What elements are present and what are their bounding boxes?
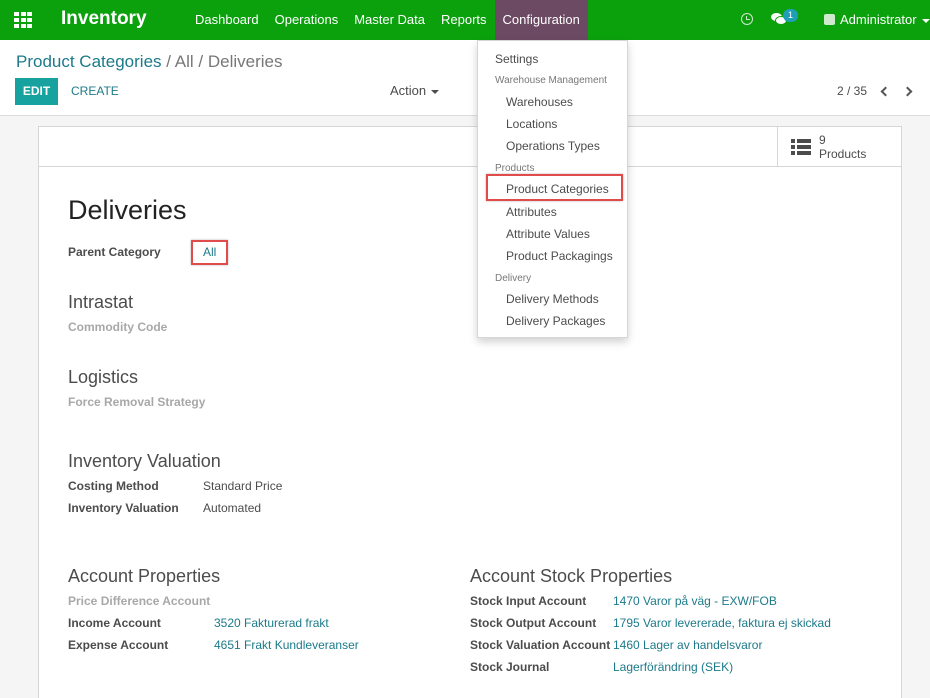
control-panel: Product Categories / All / Deliveries ED… bbox=[0, 40, 930, 116]
configuration-dropdown: Settings Warehouse Management Warehouses… bbox=[477, 40, 628, 338]
menu-item-locations[interactable]: Locations bbox=[506, 117, 557, 131]
account-stock-properties-heading: Account Stock Properties bbox=[470, 566, 673, 586]
stock-valuation-value[interactable]: 1460 Lager av handelsvaror bbox=[613, 638, 762, 652]
chevron-left-icon bbox=[880, 86, 891, 97]
stock-input-label: Stock Input Account bbox=[470, 594, 587, 608]
breadcrumb-separator: / bbox=[166, 52, 171, 71]
menu-reports[interactable]: Reports bbox=[433, 0, 495, 40]
menu-operations[interactable]: Operations bbox=[267, 0, 347, 40]
breadcrumb: Product Categories / All / Deliveries bbox=[16, 52, 283, 72]
intrastat-heading: Intrastat bbox=[68, 292, 134, 312]
breadcrumb-current: All / Deliveries bbox=[174, 52, 283, 71]
inventory-valuation-label: Inventory Valuation bbox=[68, 501, 179, 515]
products-smart-button[interactable]: 9 Products bbox=[777, 127, 901, 166]
delivery-header: Delivery bbox=[495, 273, 532, 284]
top-menu: Dashboard Operations Master Data Reports… bbox=[187, 0, 588, 40]
apps-menu-icon[interactable] bbox=[14, 12, 32, 28]
stock-output-label: Stock Output Account bbox=[470, 616, 597, 630]
products-label: Products bbox=[819, 147, 867, 161]
caret-down-icon bbox=[431, 89, 440, 94]
create-button[interactable]: CREATE bbox=[71, 84, 119, 98]
stock-input-value[interactable]: 1470 Varor på väg - EXW/FOB bbox=[613, 594, 777, 608]
inventory-valuation-value: Automated bbox=[203, 501, 262, 515]
costing-method-label: Costing Method bbox=[68, 479, 159, 493]
expense-account-label: Expense Account bbox=[68, 638, 169, 652]
chevron-right-icon bbox=[902, 86, 913, 97]
stock-output-value[interactable]: 1795 Varor levererade, faktura ej skicka… bbox=[613, 616, 831, 630]
form-sheet: 9 Products Deliveries Parent Category Al… bbox=[38, 126, 902, 698]
menu-item-settings[interactable]: Settings bbox=[495, 52, 538, 66]
menu-item-delivery-packages[interactable]: Delivery Packages bbox=[506, 314, 605, 328]
pager-previous-button[interactable] bbox=[879, 84, 891, 98]
menu-item-operations-types[interactable]: Operations Types bbox=[506, 139, 600, 153]
record-title: Deliveries bbox=[68, 195, 187, 225]
edit-button[interactable]: EDIT bbox=[15, 78, 58, 105]
expense-account-value[interactable]: 4651 Frakt Kundleveranser bbox=[214, 638, 359, 652]
products-count: 9 bbox=[819, 133, 826, 147]
price-difference-label: Price Difference Account bbox=[68, 594, 211, 608]
highlight-box bbox=[191, 240, 228, 265]
stock-journal-label: Stock Journal bbox=[470, 660, 550, 674]
user-menu[interactable]: Administrator bbox=[840, 12, 930, 27]
menu-configuration[interactable]: Configuration bbox=[494, 0, 588, 40]
stock-valuation-label: Stock Valuation Account bbox=[470, 638, 611, 652]
products-header: Products bbox=[495, 163, 535, 174]
button-box: 9 Products bbox=[39, 127, 901, 167]
action-label: Action bbox=[390, 83, 427, 98]
income-account-value[interactable]: 3520 Fakturerad frakt bbox=[214, 616, 329, 630]
menu-item-attributes[interactable]: Attributes bbox=[506, 205, 557, 219]
logistics-heading: Logistics bbox=[68, 367, 139, 387]
menu-item-product-packagings[interactable]: Product Packagings bbox=[506, 249, 613, 263]
caret-down-icon bbox=[921, 18, 930, 23]
menu-item-attribute-values[interactable]: Attribute Values bbox=[506, 227, 590, 241]
menu-item-warehouses[interactable]: Warehouses bbox=[506, 95, 573, 109]
warehouse-management-header: Warehouse Management bbox=[495, 75, 607, 86]
income-account-label: Income Account bbox=[68, 616, 161, 630]
account-properties-heading: Account Properties bbox=[68, 566, 221, 586]
menu-item-delivery-methods[interactable]: Delivery Methods bbox=[506, 292, 599, 306]
pager-value[interactable]: 2 / 35 bbox=[837, 84, 867, 98]
menu-master-data[interactable]: Master Data bbox=[346, 0, 433, 40]
inventory-valuation-heading: Inventory Valuation bbox=[68, 451, 221, 471]
user-avatar-icon bbox=[824, 14, 835, 25]
commodity-code-label: Commodity Code bbox=[68, 320, 168, 334]
pager-next-button[interactable] bbox=[902, 84, 916, 98]
parent-category-label: Parent Category bbox=[68, 245, 161, 259]
stock-journal-value[interactable]: Lagerförändring (SEK) bbox=[613, 660, 733, 674]
list-icon bbox=[791, 139, 811, 155]
activity-clock-icon[interactable] bbox=[741, 13, 753, 25]
user-name: Administrator bbox=[840, 12, 917, 27]
breadcrumb-root[interactable]: Product Categories bbox=[16, 52, 162, 71]
costing-method-value: Standard Price bbox=[203, 479, 283, 493]
top-navbar: Inventory Dashboard Operations Master Da… bbox=[0, 0, 930, 40]
menu-dashboard[interactable]: Dashboard bbox=[187, 0, 267, 40]
action-dropdown[interactable]: Action bbox=[390, 83, 440, 98]
app-brand[interactable]: Inventory bbox=[61, 8, 147, 30]
force-removal-label: Force Removal Strategy bbox=[68, 395, 206, 409]
chat-badge: 1 bbox=[783, 9, 798, 22]
highlight-box bbox=[486, 174, 623, 201]
